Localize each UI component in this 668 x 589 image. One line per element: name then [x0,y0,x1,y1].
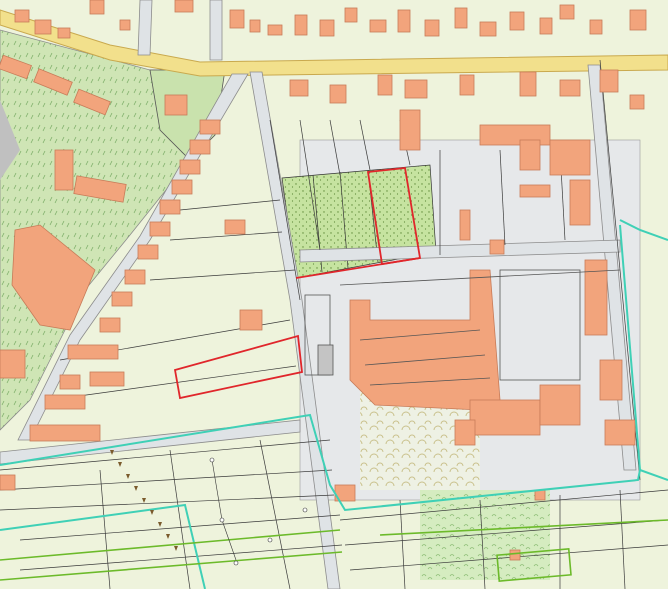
cadastral-map[interactable] [0,0,668,589]
green-field [420,490,550,580]
